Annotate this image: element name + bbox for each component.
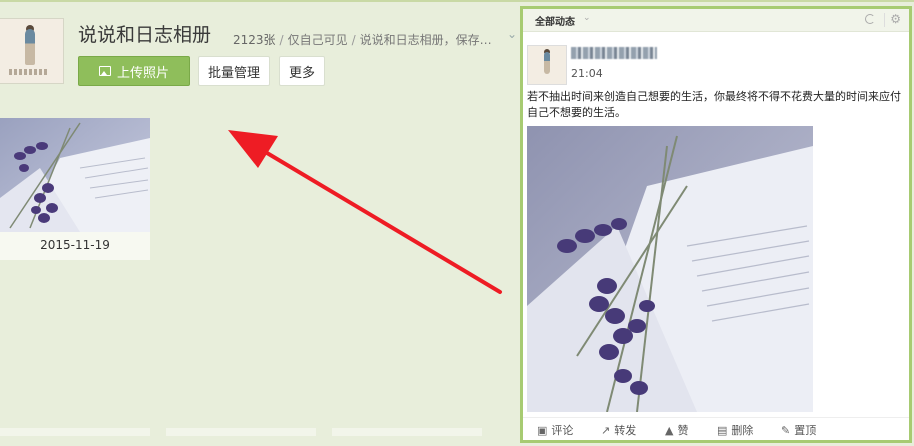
photo-placeholder bbox=[166, 428, 316, 436]
album-description: 说说和日志相册，保存… bbox=[359, 33, 492, 47]
forward-icon: ↗ bbox=[601, 423, 611, 437]
header-divider bbox=[884, 13, 885, 27]
pin-button[interactable]: ✎ 置顶 bbox=[781, 422, 816, 438]
forward-label: 转发 bbox=[614, 424, 637, 437]
forward-button[interactable]: ↗ 转发 bbox=[601, 422, 636, 438]
photo-card[interactable]: 2015-11-19 bbox=[0, 118, 150, 260]
privacy-setting[interactable]: 仅自己可见 bbox=[288, 33, 348, 47]
photo-placeholder bbox=[332, 428, 482, 436]
pin-icon: ✎ bbox=[781, 423, 791, 437]
photo-placeholder bbox=[0, 428, 150, 436]
feed-header: 全部动态 ⌄ ⚙ bbox=[523, 9, 909, 32]
refresh-icon[interactable] bbox=[865, 14, 875, 24]
like-button[interactable]: ▲ 赞 bbox=[665, 422, 688, 438]
comment-icon: ▣ bbox=[537, 423, 548, 437]
pin-label: 置顶 bbox=[794, 424, 817, 437]
picture-icon bbox=[98, 66, 111, 76]
like-label: 赞 bbox=[677, 424, 689, 437]
avatar[interactable] bbox=[527, 45, 567, 85]
delete-button[interactable]: ▤ 删除 bbox=[717, 422, 753, 438]
more-button[interactable]: 更多 bbox=[279, 56, 325, 86]
feed-tab-all[interactable]: 全部动态 bbox=[535, 13, 575, 28]
upload-photo-button[interactable]: 上传照片 bbox=[78, 56, 190, 86]
feed-panel: 全部动态 ⌄ ⚙ 21:04 若不抽出时间来创造自己想要的生活，你最终将不得不花… bbox=[520, 6, 912, 443]
post-action-bar: ▣ 评论 ↗ 转发 ▲ 赞 ▤ 删除 ✎ 置顶 bbox=[523, 417, 909, 440]
top-divider bbox=[0, 0, 914, 2]
delete-label: 删除 bbox=[731, 424, 754, 437]
album-title: 说说和日志相册 bbox=[78, 24, 212, 46]
comment-label: 评论 bbox=[551, 424, 574, 437]
photo-count: 2123张 bbox=[233, 33, 276, 47]
chevron-down-icon[interactable]: ⌄ bbox=[583, 13, 591, 23]
comment-button[interactable]: ▣ 评论 bbox=[537, 422, 573, 438]
album-cover-image[interactable] bbox=[0, 18, 64, 84]
username-obscured[interactable] bbox=[571, 47, 657, 59]
photo-thumbnail[interactable] bbox=[0, 118, 150, 232]
post-image[interactable] bbox=[527, 126, 813, 412]
trash-icon: ▤ bbox=[717, 423, 728, 437]
thumbs-up-icon: ▲ bbox=[665, 423, 674, 437]
post-text: 若不抽出时间来创造自己想要的生活，你最终将不得不花费大量的时间来应付自己不想要的… bbox=[527, 90, 901, 119]
batch-manage-button[interactable]: 批量管理 bbox=[198, 56, 270, 86]
album-meta: 2123张 / 仅自己可见 / 说说和日志相册，保存… bbox=[233, 33, 492, 47]
chevron-down-icon[interactable]: ⌄ bbox=[507, 27, 517, 41]
gear-icon[interactable]: ⚙ bbox=[890, 12, 901, 26]
photo-date: 2015-11-19 bbox=[40, 238, 110, 252]
upload-photo-label: 上传照片 bbox=[116, 65, 169, 81]
post-time: 21:04 bbox=[571, 67, 603, 80]
